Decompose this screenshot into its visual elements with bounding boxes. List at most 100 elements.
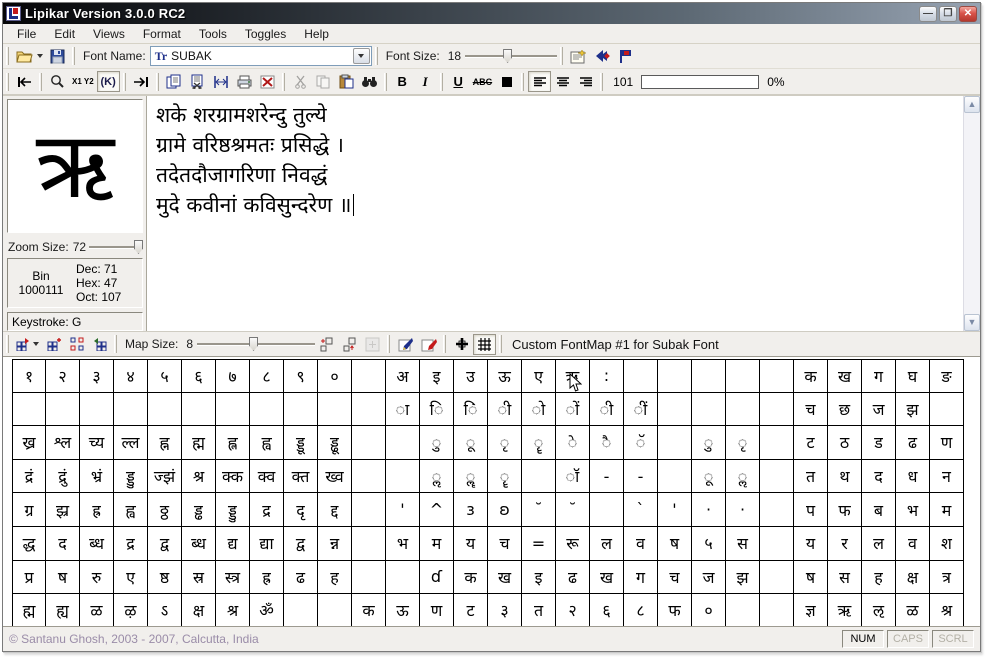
font-map-cell[interactable]: ख: [590, 560, 624, 595]
font-map-cell[interactable]: ों: [556, 392, 590, 427]
font-map-cell[interactable]: [658, 359, 692, 393]
font-map-cell[interactable]: ऋ: [828, 594, 862, 626]
font-map-cell[interactable]: द्व: [284, 526, 318, 561]
font-map-cell[interactable]: ऊ: [386, 594, 420, 626]
font-map-cell[interactable]: ळ: [80, 594, 114, 626]
font-map-cell[interactable]: [148, 392, 182, 427]
font-map-cell[interactable]: द्र: [114, 526, 148, 561]
font-map-cell[interactable]: [182, 392, 216, 427]
font-map-cell[interactable]: [352, 459, 386, 494]
font-map-cell[interactable]: ह: [318, 560, 352, 595]
fontmap-restore-button[interactable]: [88, 334, 111, 355]
font-name-combobox[interactable]: Tr SUBAK: [149, 46, 372, 66]
font-map-cell[interactable]: ९: [284, 359, 318, 393]
find-button[interactable]: [358, 71, 381, 92]
font-map-cell[interactable]: ड्डु: [114, 459, 148, 494]
toolbar-grip[interactable]: [383, 72, 387, 91]
font-map-cell[interactable]: त: [522, 594, 556, 626]
font-name-dropdown-button[interactable]: [352, 48, 370, 64]
font-map-cell[interactable]: झ्र: [46, 493, 80, 527]
font-map-cell[interactable]: क्त: [284, 459, 318, 494]
underline-button[interactable]: U: [447, 71, 470, 92]
fontmap-scatter-button[interactable]: [65, 334, 88, 355]
font-map-cell[interactable]: न्न: [318, 526, 352, 561]
font-map-cell[interactable]: ळ: [896, 594, 930, 626]
font-size-slider[interactable]: [465, 48, 558, 64]
toolbar-grip[interactable]: [114, 335, 117, 353]
font-map-cell[interactable]: २: [46, 359, 80, 393]
text-editor[interactable]: शके शरग्रामशरेन्दु तुल्ये ग्रामे वरिष्ठश्…: [148, 96, 963, 331]
font-map-cell[interactable]: =: [522, 526, 556, 561]
font-map-cell[interactable]: ब्ध: [182, 526, 216, 561]
font-map-cell[interactable]: इ: [420, 359, 454, 393]
scroll-up-button[interactable]: ▲: [964, 96, 980, 113]
font-map-cell[interactable]: [12, 392, 46, 427]
font-map-cell[interactable]: ृ: [726, 426, 760, 460]
edit-map-button[interactable]: [417, 334, 440, 355]
font-map-cell[interactable]: ढ: [556, 560, 590, 595]
font-map-cell[interactable]: ɗ: [420, 560, 454, 595]
font-map-cell[interactable]: ·: [726, 493, 760, 527]
go-start-button[interactable]: [13, 71, 36, 92]
font-map-cell[interactable]: फ: [658, 594, 692, 626]
font-map-cell[interactable]: ड्ढू: [318, 426, 352, 460]
font-map-cell[interactable]: :: [590, 359, 624, 393]
font-map-cell[interactable]: य: [454, 526, 488, 561]
toolbar-grip[interactable]: [499, 335, 503, 353]
font-map-cell[interactable]: घ: [896, 359, 930, 393]
insert-column-button[interactable]: [315, 334, 338, 355]
font-map-cell[interactable]: १: [12, 359, 46, 393]
font-map-cell[interactable]: ा: [386, 392, 420, 427]
font-map-cell[interactable]: स: [828, 560, 862, 595]
font-map-cell[interactable]: भ्रं: [80, 459, 114, 494]
font-map-cell[interactable]: ३: [488, 594, 522, 626]
cut-page-button[interactable]: [186, 71, 209, 92]
font-map-cell[interactable]: [760, 526, 794, 561]
font-map-cell[interactable]: ॅ: [624, 426, 658, 460]
font-map-cell[interactable]: ग्र: [12, 493, 46, 527]
font-map-cell[interactable]: ए: [522, 359, 556, 393]
font-map-cell[interactable]: ऴ: [114, 594, 148, 626]
font-map-cell[interactable]: [760, 493, 794, 527]
toolbar-grip[interactable]: [387, 335, 391, 353]
font-map-cell[interactable]: [726, 392, 760, 427]
font-map-cell[interactable]: व: [896, 526, 930, 561]
font-map-cell[interactable]: [692, 392, 726, 427]
font-map-cell[interactable]: -: [590, 459, 624, 494]
editor-scrollbar[interactable]: ▲ ▼: [963, 96, 980, 331]
font-map-cell[interactable]: रू: [556, 526, 590, 561]
font-map-cell[interactable]: -: [624, 459, 658, 494]
toolbar-grip[interactable]: [6, 47, 9, 65]
font-map-cell[interactable]: ऌ: [862, 594, 896, 626]
font-map-cell[interactable]: ीं: [624, 392, 658, 427]
toolbar-grip[interactable]: [122, 72, 126, 91]
solid-block-button[interactable]: [495, 71, 518, 92]
font-map-cell[interactable]: ड: [862, 426, 896, 460]
menu-edit[interactable]: Edit: [46, 25, 83, 43]
font-map-cell[interactable]: ह: [862, 560, 896, 595]
font-map-cell[interactable]: द्य: [216, 526, 250, 561]
open-file-button[interactable]: [13, 46, 46, 67]
font-map-cell[interactable]: ^: [420, 493, 454, 527]
font-map-cell[interactable]: ग: [862, 359, 896, 393]
font-map-cell[interactable]: ह्म: [12, 594, 46, 626]
font-map-cell[interactable]: ठ: [828, 426, 862, 460]
font-map-cell[interactable]: [760, 392, 794, 427]
font-map-cell[interactable]: ॣ: [454, 459, 488, 494]
font-map-cell[interactable]: [760, 359, 794, 393]
font-map-cell[interactable]: [930, 392, 964, 427]
font-map-cell[interactable]: ट: [454, 594, 488, 626]
font-map-cell[interactable]: ट: [794, 426, 828, 460]
font-map-cell[interactable]: ध: [896, 459, 930, 494]
font-map-cell[interactable]: [658, 392, 692, 427]
font-map-cell[interactable]: ू: [454, 426, 488, 460]
font-map-cell[interactable]: ॐ: [250, 594, 284, 626]
font-map-cell[interactable]: श: [930, 526, 964, 561]
font-map-cell[interactable]: ॄ: [488, 459, 522, 494]
font-map-cell[interactable]: ह्न: [148, 426, 182, 460]
properties-button[interactable]: [567, 46, 590, 67]
font-map-cell[interactable]: द्ध: [12, 526, 46, 561]
font-map-cell[interactable]: द: [46, 526, 80, 561]
font-map-cell[interactable]: ˘: [556, 493, 590, 527]
font-map-cell[interactable]: छ: [828, 392, 862, 427]
